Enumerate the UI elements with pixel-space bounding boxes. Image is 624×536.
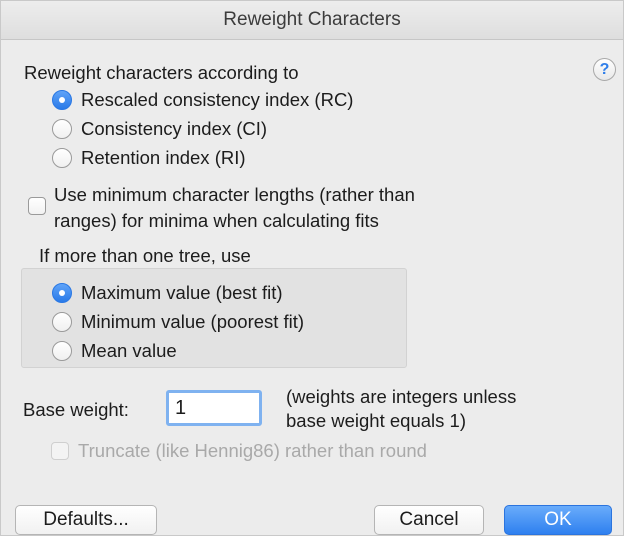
radio-rc[interactable] xyxy=(52,90,72,110)
cancel-button[interactable]: Cancel xyxy=(374,505,484,535)
min-lengths-label-line2[interactable]: ranges) for minima when calculating fits xyxy=(54,210,379,232)
base-weight-input[interactable] xyxy=(166,390,262,426)
radio-min-value[interactable] xyxy=(52,312,72,332)
reweight-heading: Reweight characters according to xyxy=(24,62,299,83)
min-lengths-label-line1[interactable]: Use minimum character lengths (rather th… xyxy=(54,184,415,206)
truncate-label: Truncate (like Hennig86) rather than rou… xyxy=(78,440,427,461)
radio-mean-value-label[interactable]: Mean value xyxy=(81,340,177,362)
radio-ri[interactable] xyxy=(52,148,72,168)
reweight-dialog: Reweight Characters ? Reweight character… xyxy=(0,0,624,536)
radio-rc-label[interactable]: Rescaled consistency index (RC) xyxy=(81,89,353,111)
radio-max-value-label[interactable]: Maximum value (best fit) xyxy=(81,282,283,304)
multi-tree-heading: If more than one tree, use xyxy=(39,245,251,266)
min-lengths-checkbox[interactable] xyxy=(28,197,46,215)
radio-min-value-label[interactable]: Minimum value (poorest fit) xyxy=(81,311,304,333)
base-weight-note-line1: (weights are integers unless xyxy=(286,386,517,407)
radio-max-value[interactable] xyxy=(52,283,72,303)
help-button[interactable]: ? xyxy=(593,58,616,81)
base-weight-label: Base weight: xyxy=(23,399,129,420)
ok-button[interactable]: OK xyxy=(504,505,612,535)
truncate-checkbox[interactable] xyxy=(51,442,69,460)
radio-ci-label[interactable]: Consistency index (CI) xyxy=(81,118,267,140)
radio-ci[interactable] xyxy=(52,119,72,139)
dialog-title: Reweight Characters xyxy=(1,1,623,40)
radio-mean-value[interactable] xyxy=(52,341,72,361)
defaults-button[interactable]: Defaults... xyxy=(15,505,157,535)
radio-ri-label[interactable]: Retention index (RI) xyxy=(81,147,246,169)
base-weight-note-line2: base weight equals 1) xyxy=(286,410,466,431)
